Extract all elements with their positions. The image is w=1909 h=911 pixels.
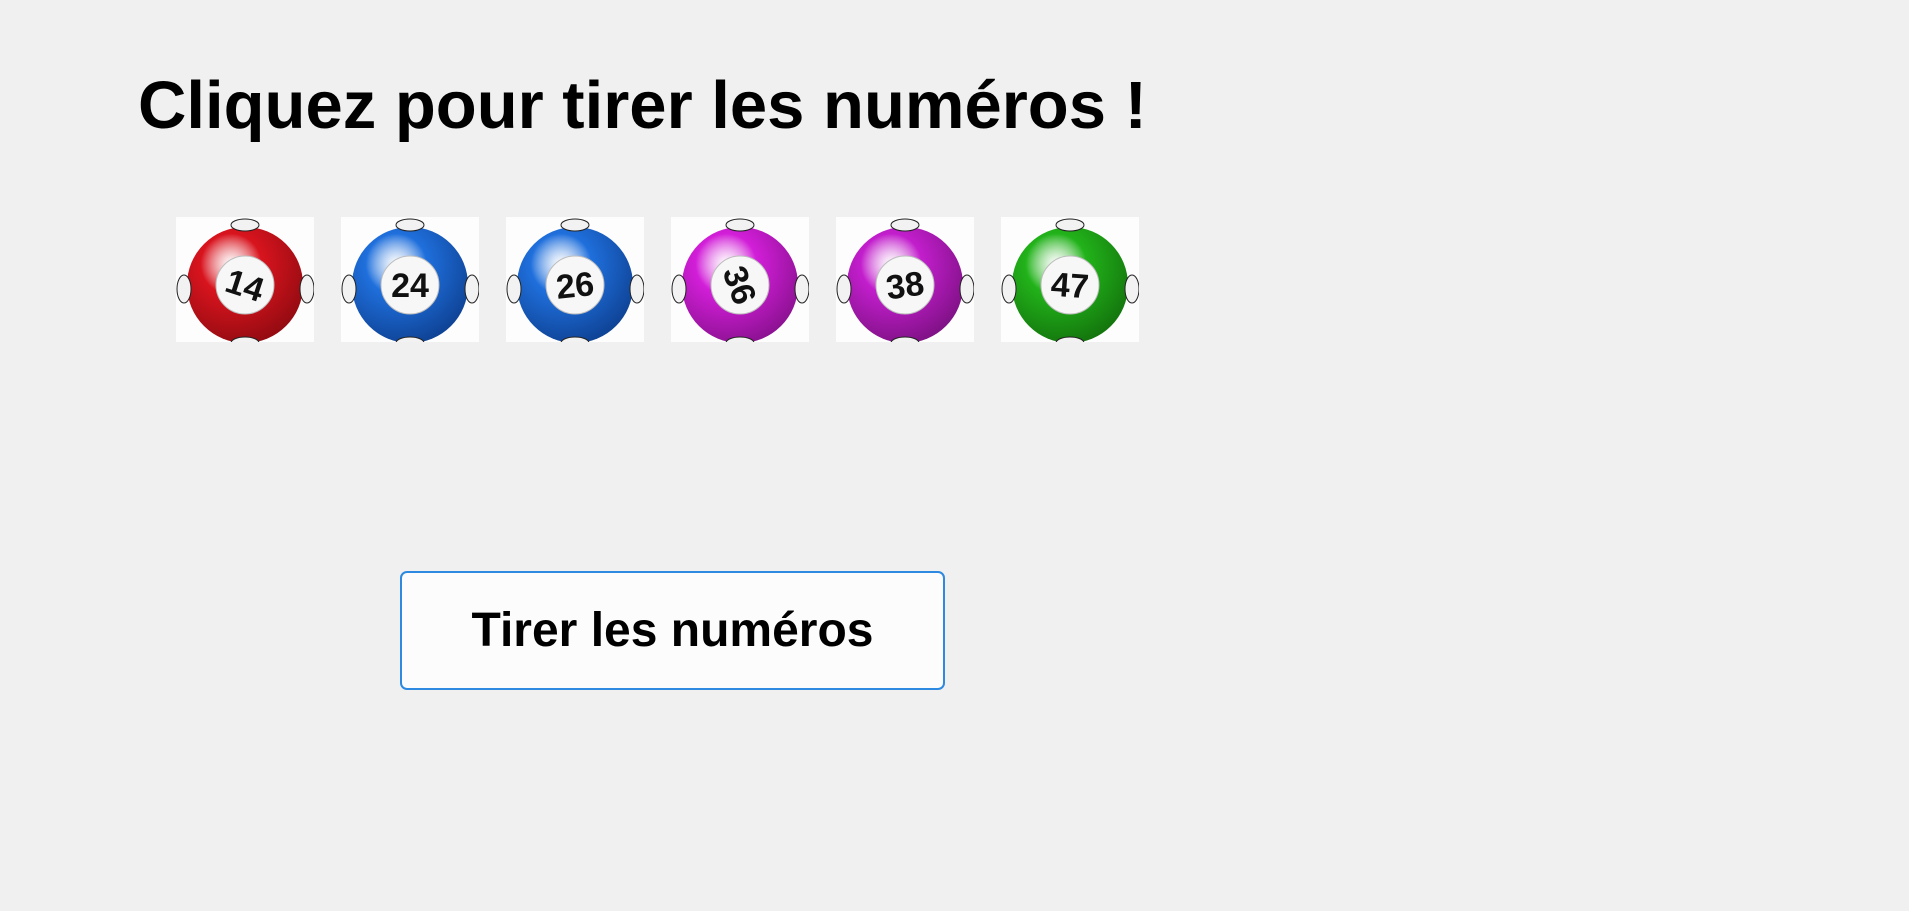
ball-number: 38	[884, 265, 927, 308]
lottery-ball-icon: 38	[836, 218, 974, 342]
lottery-ball-icon: 14	[176, 218, 314, 342]
ball-number: 24	[391, 267, 429, 305]
lottery-ball: 26	[506, 217, 644, 342]
lottery-ball-icon: 36	[671, 218, 809, 342]
lottery-ball: 38	[836, 217, 974, 342]
lottery-ball-icon: 26	[506, 218, 644, 342]
lottery-ball: 14	[176, 217, 314, 342]
page-title: Cliquez pour tirer les numéros !	[138, 68, 1147, 143]
lottery-ball: 47	[1001, 217, 1139, 342]
lottery-ball: 36	[671, 217, 809, 342]
draw-numbers-button[interactable]: Tirer les numéros	[400, 571, 945, 690]
lottery-ball-icon: 24	[341, 218, 479, 342]
drawn-balls: 14 24 26 36 38 47	[176, 217, 1139, 342]
ball-number: 47	[1050, 266, 1090, 307]
ball-number: 26	[554, 265, 596, 307]
lottery-ball-icon: 47	[1001, 218, 1139, 342]
lottery-ball: 24	[341, 217, 479, 342]
